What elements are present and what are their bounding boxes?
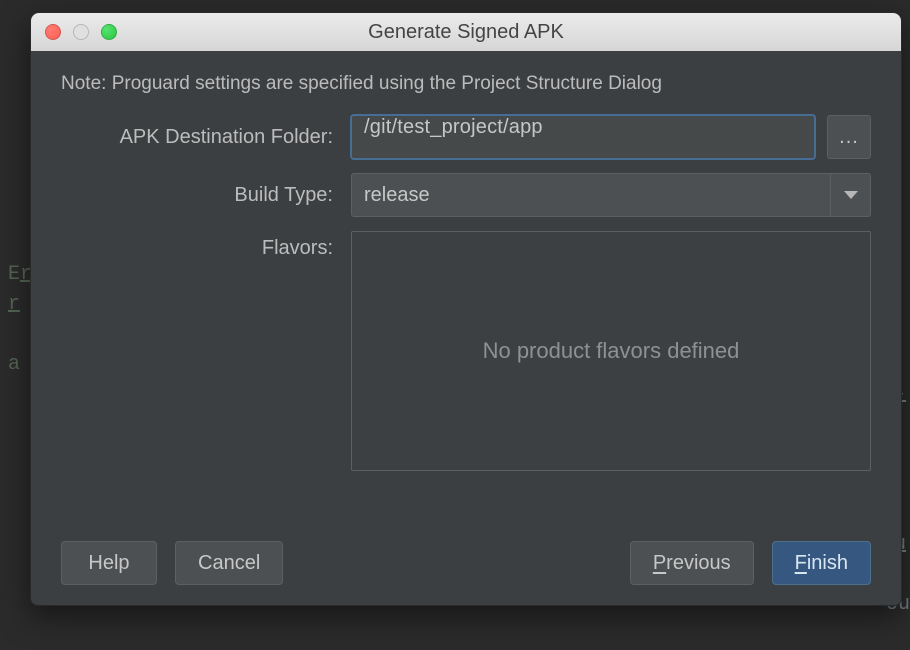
window-controls	[45, 24, 117, 40]
dialog-body: Note: Proguard settings are specified us…	[31, 51, 901, 605]
build-type-select[interactable]: release	[351, 173, 871, 217]
help-button[interactable]: Help	[61, 541, 157, 585]
cancel-button[interactable]: Cancel	[175, 541, 283, 585]
help-button-label: Help	[88, 552, 129, 575]
build-type-field-group: release	[351, 173, 871, 217]
destination-field-group: /git/test_project/app ...	[351, 115, 871, 159]
apk-destination-input[interactable]: /git/test_project/app	[351, 115, 815, 159]
select-arrow-container	[830, 174, 870, 216]
flavors-row: Flavors: No product flavors defined	[61, 231, 871, 471]
flavors-field-group: No product flavors defined	[351, 231, 871, 471]
button-bar: Help Cancel Previous Finish	[61, 521, 871, 585]
right-buttons: Previous Finish	[630, 541, 871, 585]
previous-mnemonic: P	[653, 552, 666, 575]
build-type-row: Build Type: release	[61, 173, 871, 217]
flavors-empty-text: No product flavors defined	[483, 338, 740, 364]
destination-row: APK Destination Folder: /git/test_projec…	[61, 115, 871, 159]
minimize-traffic-icon[interactable]	[73, 24, 89, 40]
ellipsis-icon: ...	[839, 126, 859, 149]
titlebar: Generate Signed APK	[31, 13, 901, 51]
finish-rest: inish	[807, 552, 848, 575]
chevron-down-icon	[844, 191, 858, 199]
zoom-traffic-icon[interactable]	[101, 24, 117, 40]
cancel-button-label: Cancel	[198, 552, 260, 575]
window-title: Generate Signed APK	[31, 21, 901, 44]
flavors-label: Flavors:	[61, 231, 351, 265]
previous-button[interactable]: Previous	[630, 541, 754, 585]
left-buttons: Help Cancel	[61, 541, 283, 585]
proguard-note: Note: Proguard settings are specified us…	[61, 73, 871, 95]
generate-signed-apk-dialog: Generate Signed APK Note: Proguard setti…	[30, 12, 902, 606]
close-traffic-icon[interactable]	[45, 24, 61, 40]
destination-label: APK Destination Folder:	[61, 120, 351, 154]
browse-button[interactable]: ...	[827, 115, 871, 159]
flavors-list[interactable]: No product flavors defined	[351, 231, 871, 471]
build-type-label: Build Type:	[61, 178, 351, 212]
build-type-value: release	[364, 184, 430, 207]
previous-rest: revious	[666, 552, 730, 575]
finish-mnemonic: F	[795, 552, 807, 575]
finish-button[interactable]: Finish	[772, 541, 871, 585]
